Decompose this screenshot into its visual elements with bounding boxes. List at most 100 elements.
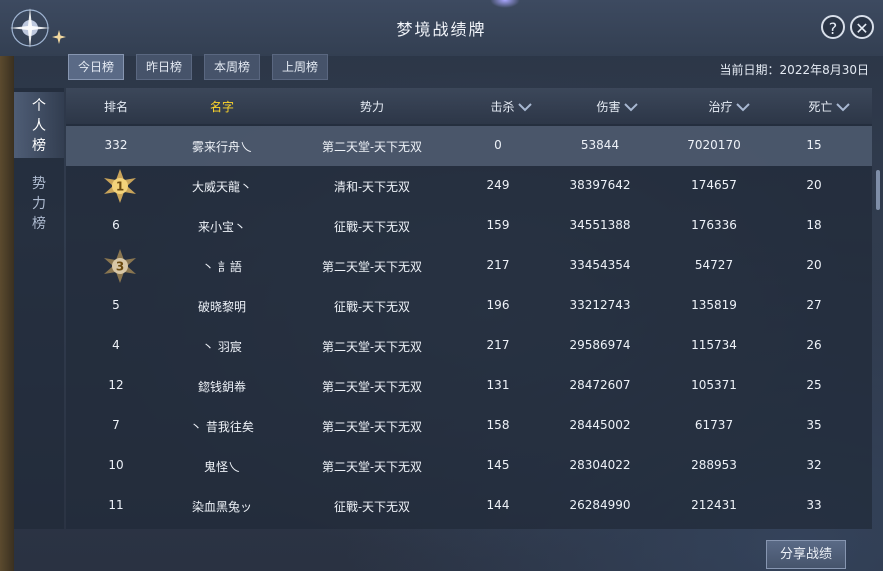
cell-damage: 33212743 <box>569 298 631 312</box>
cell-deaths: 20 <box>806 178 822 192</box>
cell-deaths: 20 <box>806 258 822 272</box>
cell-name: 丶 昔我往矣 <box>190 420 254 434</box>
col-deaths[interactable]: 死亡 <box>794 98 864 115</box>
cell-name: 丶 羽宸 <box>202 340 242 354</box>
cell-rank: 10 <box>108 458 124 472</box>
table-row[interactable]: 12 鍃钱鈅帣 第二天堂-天下无双 131 28472607 105371 25 <box>66 366 872 406</box>
window-left-edge <box>0 0 14 571</box>
tab-last-week[interactable]: 上周榜 <box>272 54 328 80</box>
cell-faction: 第二天堂-天下无双 <box>321 460 423 474</box>
tab-this-week[interactable]: 本周榜 <box>204 54 260 80</box>
help-icon[interactable]: ? <box>821 15 845 39</box>
cell-rank: 4 <box>112 338 120 352</box>
side-tab-faction-label: 势力榜 <box>32 176 46 232</box>
tab-yesterday[interactable]: 昨日榜 <box>136 54 192 80</box>
date-value: 2022年8月30日 <box>779 63 869 77</box>
cell-kills: 217 <box>486 258 510 272</box>
cell-kills: 196 <box>486 298 510 312</box>
cell-name: 丶 訁語 <box>202 260 242 274</box>
cell-name: 鍃钱鈅帣 <box>197 380 246 394</box>
cell-damage: 28472607 <box>569 378 631 392</box>
cell-heal: 212431 <box>691 498 737 512</box>
col-heal-label: 治疗 <box>708 100 733 114</box>
cell-heal: 174657 <box>691 178 737 192</box>
cell-heal: 115734 <box>691 338 737 352</box>
cell-deaths: 33 <box>806 498 822 512</box>
medal-rank: 1 <box>116 180 124 194</box>
share-button[interactable]: 分享战绩 <box>766 540 846 569</box>
cell-kills: 249 <box>486 178 510 192</box>
table-row[interactable]: 11 染血黑兔ッ 征戰-天下无双 144 26284990 212431 33 <box>66 486 872 526</box>
cell-rank: 7 <box>112 418 120 432</box>
tab-today[interactable]: 今日榜 <box>68 54 124 80</box>
self-heal: 7020170 <box>687 138 741 152</box>
self-damage: 53844 <box>580 138 620 152</box>
ranking-table: 排名 名字 势力 击杀 伤害 治疗 死亡 332 雾来行舟乀 第二天堂-天下无双… <box>66 88 872 529</box>
cell-damage: 28445002 <box>569 418 631 432</box>
cell-heal: 61737 <box>694 418 734 432</box>
cell-deaths: 27 <box>806 298 822 312</box>
col-deaths-label: 死亡 <box>808 100 833 114</box>
scrollbar[interactable] <box>876 170 880 210</box>
table-header: 排名 名字 势力 击杀 伤害 治疗 死亡 <box>66 88 872 124</box>
close-icon[interactable]: ✕ <box>850 15 874 39</box>
sort-down-icon[interactable] <box>517 103 532 112</box>
cell-name: 大威天龍丶 <box>191 180 252 194</box>
cell-kills: 159 <box>486 218 510 232</box>
cell-faction: 征戰-天下无双 <box>333 220 411 234</box>
cell-name: 染血黑兔ッ <box>191 500 252 514</box>
side-tab-personal[interactable]: 个人榜 <box>14 92 64 158</box>
side-tab-personal-label: 个人榜 <box>32 98 46 154</box>
table-row[interactable]: 5 破晓黎明 征戰-天下无双 196 33212743 135819 27 <box>66 286 872 326</box>
cell-deaths: 32 <box>806 458 822 472</box>
date-label: 当前日期： <box>719 63 780 77</box>
side-nav: 个人榜 势力榜 <box>14 88 64 529</box>
table-row[interactable]: 3 丶 訁語 第二天堂-天下无双 217 33454354 54727 20 <box>66 246 872 286</box>
self-kills: 0 <box>494 138 502 152</box>
cell-faction: 第二天堂-天下无双 <box>321 260 423 274</box>
cell-kills: 131 <box>486 378 510 392</box>
cell-faction: 第二天堂-天下无双 <box>321 420 423 434</box>
table-row[interactable]: 6 来小宝丶 征戰-天下无双 159 34551388 176336 18 <box>66 206 872 246</box>
side-tab-faction[interactable]: 势力榜 <box>14 174 64 234</box>
col-name[interactable]: 名字 <box>192 98 252 115</box>
cell-deaths: 25 <box>806 378 822 392</box>
self-faction: 第二天堂-天下无双 <box>321 140 423 154</box>
medal-icon: 3 <box>104 249 136 283</box>
table-row[interactable]: 1 大威天龍丶 清和-天下无双 249 38397642 174657 20 <box>66 166 872 206</box>
medal-icon: 1 <box>104 169 136 203</box>
cell-kills: 158 <box>486 418 510 432</box>
cell-name: 鬼怪乀 <box>203 460 240 474</box>
top-light <box>490 0 520 8</box>
active-marker-icon <box>52 30 66 44</box>
self-row[interactable]: 332 雾来行舟乀 第二天堂-天下无双 0 53844 7020170 15 <box>66 126 872 166</box>
cell-damage: 33454354 <box>569 258 631 272</box>
cell-damage: 26284990 <box>569 498 631 512</box>
medal-rank: 3 <box>116 260 124 274</box>
cell-damage: 28304022 <box>569 458 631 472</box>
cell-faction: 征戰-天下无双 <box>333 500 411 514</box>
col-damage[interactable]: 伤害 <box>582 98 652 115</box>
cell-name: 破晓黎明 <box>197 300 246 314</box>
cell-damage: 29586974 <box>569 338 631 352</box>
table-row[interactable]: 4 丶 羽宸 第二天堂-天下无双 217 29586974 115734 26 <box>66 326 872 366</box>
table-row[interactable]: 7 丶 昔我往矣 第二天堂-天下无双 158 28445002 61737 35 <box>66 406 872 446</box>
col-heal[interactable]: 治疗 <box>694 98 764 115</box>
self-deaths: 15 <box>806 138 822 152</box>
cell-damage: 38397642 <box>569 178 631 192</box>
self-rank: 332 <box>104 138 128 152</box>
cell-faction: 清和-天下无双 <box>333 180 411 194</box>
sort-down-icon[interactable] <box>623 103 638 112</box>
sort-down-icon[interactable] <box>735 103 750 112</box>
self-name: 雾来行舟乀 <box>191 140 252 154</box>
cell-rank: 12 <box>108 378 124 392</box>
cell-heal: 176336 <box>691 218 737 232</box>
cell-kills: 217 <box>486 338 510 352</box>
sort-down-icon[interactable] <box>835 103 850 112</box>
col-kills[interactable]: 击杀 <box>476 98 546 115</box>
cell-kills: 144 <box>486 498 510 512</box>
col-damage-label: 伤害 <box>596 100 621 114</box>
cell-deaths: 35 <box>806 418 822 432</box>
table-row[interactable]: 10 鬼怪乀 第二天堂-天下无双 145 28304022 288953 32 <box>66 446 872 486</box>
cell-heal: 105371 <box>691 378 737 392</box>
